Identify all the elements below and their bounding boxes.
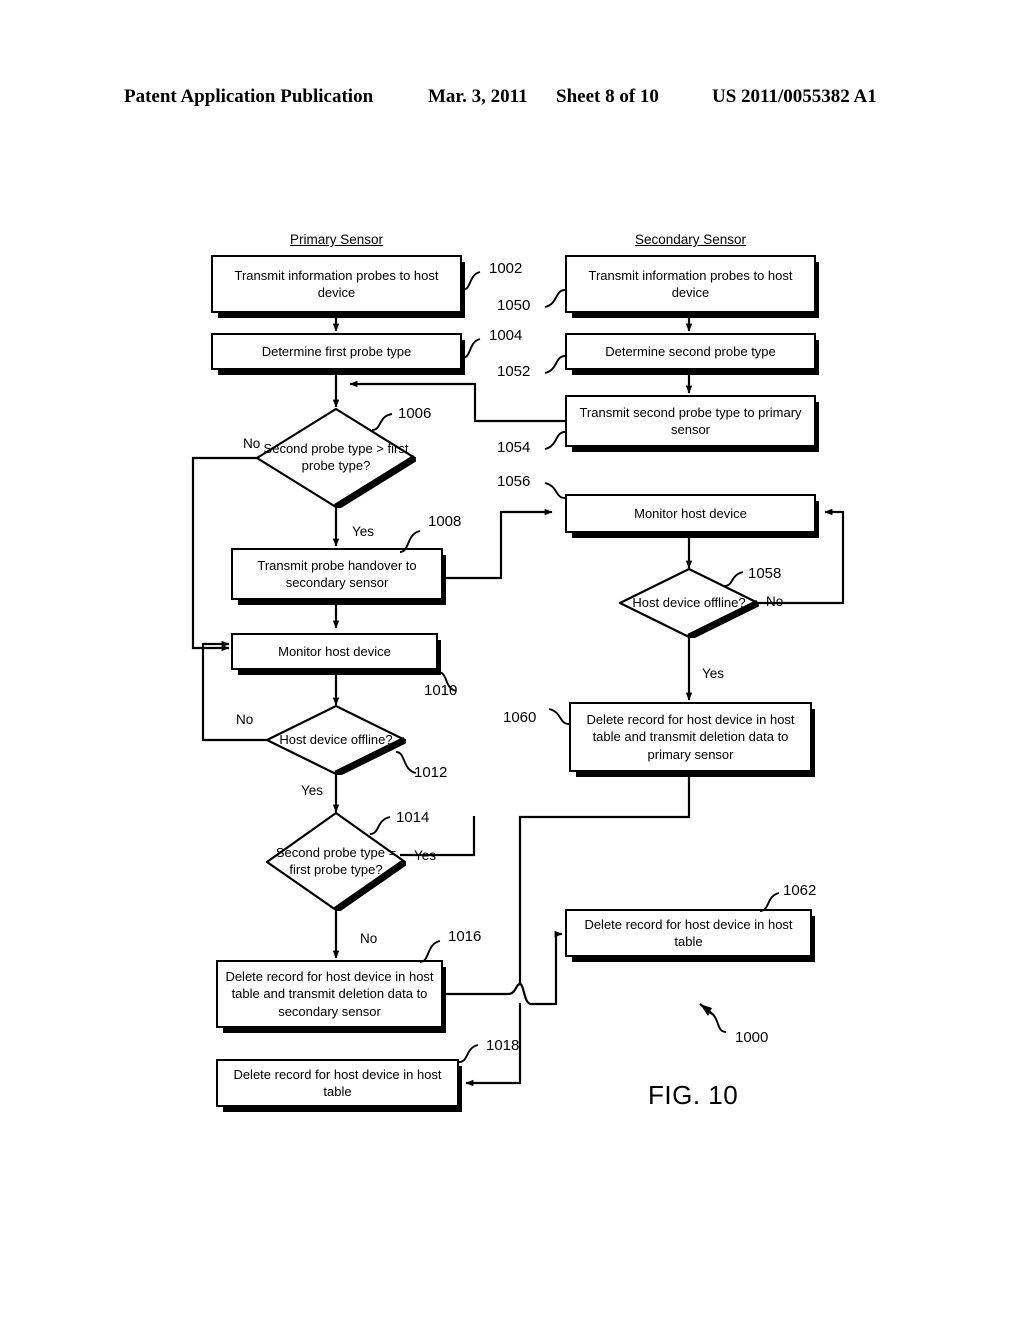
node-1056-label: Monitor host device [634,505,747,521]
refnum-1054: 1054 [497,439,531,456]
branch-label-1058-no: No [766,594,784,609]
node-1054[interactable]: Transmit second probe type to primary se… [565,395,819,452]
refnum-1014: 1014 [396,809,430,826]
diamond-shape-1006 [256,408,416,508]
node-1016[interactable]: Delete record for host device in host ta… [216,960,446,1033]
diamond-shape-1058 [619,568,759,638]
patent-figure-page: Patent Application Publication Mar. 3, 2… [0,0,1024,1320]
refnum-1012: 1012 [414,764,448,781]
refnum-1016: 1016 [448,928,482,945]
refnum-1056: 1056 [497,473,531,490]
refnum-1018: 1018 [486,1037,520,1054]
branch-label-1058-yes: Yes [702,666,725,681]
node-1062-label: Delete record for host device in host ta… [584,916,793,949]
node-1018[interactable]: Delete record for host device in host ta… [216,1059,462,1112]
refnum-1004: 1004 [489,327,523,344]
node-1050-label: Transmit information probes to host devi… [588,267,793,300]
node-1054-label: Transmit second probe type to primary se… [579,404,802,437]
diamond-shape-1014 [266,812,406,911]
branch-label-1012-no: No [236,712,254,727]
refnum-1058: 1058 [748,565,782,582]
refnum-1002: 1002 [489,260,523,277]
node-1052-label: Determine second probe type [605,343,776,359]
branch-label-1006-no: No [243,436,261,451]
refnum-1050: 1050 [497,297,531,314]
node-1010[interactable]: Monitor host device [231,633,441,675]
node-1004-label: Determine first probe type [261,343,412,359]
node-1012[interactable]: Host device offline? [266,705,406,775]
node-1060-label: Delete record for host device in host ta… [586,712,795,762]
node-1008[interactable]: Transmit probe handover to secondary sen… [231,548,446,605]
node-1060[interactable]: Delete record for host device in host ta… [569,702,815,777]
flow-connectors [191,313,845,1087]
node-1004[interactable]: Determine first probe type [211,333,465,375]
node-1002-label: Transmit information probes to host devi… [234,267,439,300]
refnum-1008: 1008 [428,513,462,530]
branch-label-1014-no: No [360,931,378,946]
node-1014[interactable]: Second probe type = first probe type? [266,812,406,911]
node-1062[interactable]: Delete record for host device in host ta… [565,909,815,962]
node-1002[interactable]: Transmit information probes to host devi… [211,255,465,318]
node-1050[interactable]: Transmit information probes to host devi… [565,255,819,318]
branch-label-1006-yes: Yes [352,524,375,539]
branch-label-1012-yes: Yes [301,783,324,798]
node-1010-label: Monitor host device [278,643,391,659]
refnum-1062: 1062 [783,882,817,899]
node-1008-label: Transmit probe handover to secondary sen… [257,557,417,590]
refnum-1052: 1052 [497,363,531,380]
refnum-1006: 1006 [398,405,432,422]
node-1006[interactable]: Second probe type > first probe type? [256,408,416,508]
node-1058[interactable]: Host device offline? [619,568,759,638]
diamond-shape-1012 [266,705,406,775]
node-1016-label: Delete record for host device in host ta… [225,969,434,1019]
node-1052[interactable]: Determine second probe type [565,333,819,375]
branch-label-1014-yes: Yes [414,848,437,863]
refnum-1010: 1010 [424,682,458,699]
node-1018-label: Delete record for host device in host ta… [233,1066,442,1099]
refnum-1060: 1060 [503,709,537,726]
node-1056[interactable]: Monitor host device [565,494,819,538]
